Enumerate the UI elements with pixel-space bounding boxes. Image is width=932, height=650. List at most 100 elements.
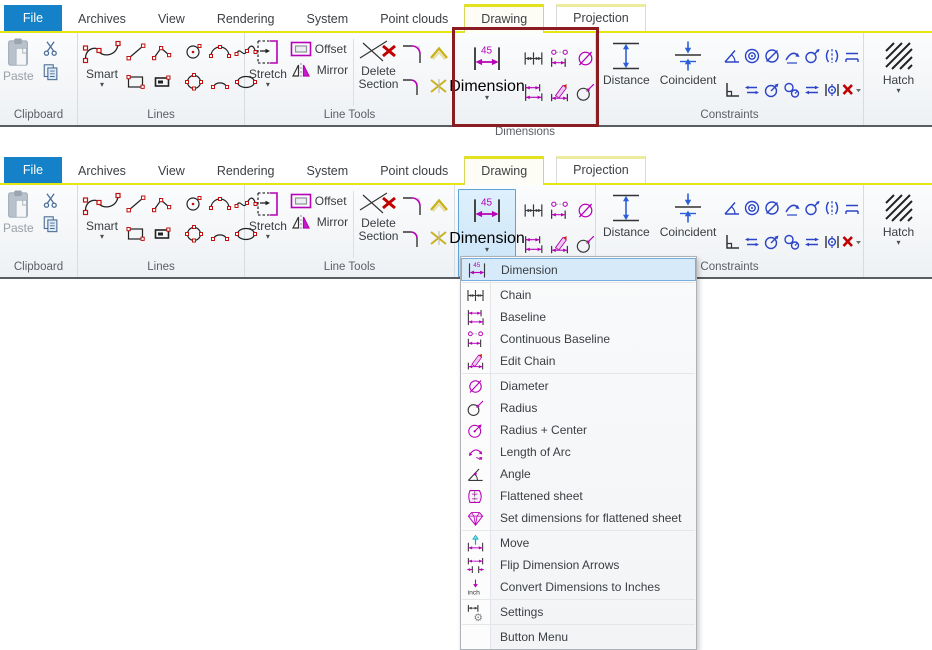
delete-constraint-button[interactable] (841, 233, 863, 251)
offset-button[interactable]: Offset (290, 193, 348, 209)
fillet-corner-2-icon[interactable] (401, 228, 425, 248)
edit-chain-icon[interactable] (549, 234, 570, 255)
tab-drawing[interactable]: Drawing (464, 4, 544, 33)
distance-button[interactable]: Distance (603, 191, 650, 239)
tangent-constraint-icon[interactable] (783, 47, 801, 65)
baseline-icon[interactable] (523, 82, 544, 103)
cut-icon[interactable] (42, 191, 60, 209)
smart-button[interactable]: Smart ▾ (81, 37, 123, 88)
fix-constraint-icon[interactable] (823, 233, 841, 251)
radius-constraint-icon[interactable] (763, 81, 781, 99)
paste-button[interactable]: Paste (3, 189, 34, 235)
delete-constraint-button[interactable] (841, 81, 863, 99)
angle-constraint-icon[interactable] (723, 199, 741, 217)
equal-constraint-icon[interactable] (743, 233, 761, 251)
polyline-tool-icon[interactable] (151, 194, 173, 214)
copy-icon[interactable] (42, 215, 60, 233)
parallel-constraint-icon[interactable] (843, 47, 861, 65)
circle-points-tool-icon[interactable] (183, 224, 205, 244)
tab-projection[interactable]: Projection (556, 156, 646, 183)
rotated-rectangle-tool-icon[interactable] (151, 225, 173, 243)
chain-icon[interactable] (523, 200, 544, 221)
continuous-baseline-icon[interactable] (549, 48, 570, 69)
chamfer-chevron-icon[interactable] (427, 196, 451, 214)
arc-tool-icon[interactable] (208, 42, 232, 62)
menu-item-diameter[interactable]: Diameter (461, 375, 696, 397)
menu-item-move[interactable]: Move (461, 532, 696, 554)
angle-constraint-icon[interactable] (723, 47, 741, 65)
radius-icon[interactable] (575, 234, 596, 255)
horizontal-constraint-icon[interactable] (803, 233, 821, 251)
stretch-button[interactable]: Stretch ▾ (248, 189, 288, 240)
fix-constraint-icon[interactable] (823, 81, 841, 99)
hatch-button[interactable]: Hatch ▾ (882, 191, 916, 246)
fillet-corner-2-icon[interactable] (401, 76, 425, 96)
circle-points-tool-icon[interactable] (183, 72, 205, 92)
parallel-constraint-icon[interactable] (843, 199, 861, 217)
radius-constraint-icon[interactable] (763, 233, 781, 251)
arc-tool-icon[interactable] (208, 194, 232, 214)
concentric-constraint-icon[interactable] (743, 47, 761, 65)
delete-section-button[interactable]: Delete Section (357, 37, 400, 91)
line-tool-icon[interactable] (125, 42, 147, 62)
offset-button[interactable]: Offset (290, 41, 348, 57)
edit-chain-icon[interactable] (549, 82, 570, 103)
rotated-rectangle-tool-icon[interactable] (151, 73, 173, 91)
equal-radius-constraint-icon[interactable] (783, 233, 801, 251)
menu-item-flattened-sheet[interactable]: Flattened sheet (461, 485, 696, 507)
chamfer-cross-icon[interactable] (428, 77, 450, 95)
menu-item-angle[interactable]: Angle (461, 463, 696, 485)
circle-tool-icon[interactable] (183, 42, 205, 62)
dimension-button[interactable]: Dimension ▾ (458, 37, 516, 125)
distance-button[interactable]: Distance (603, 39, 650, 87)
menu-item-settings[interactable]: Settings (461, 601, 696, 623)
symmetric-constraint-icon[interactable] (823, 199, 841, 217)
delete-section-button[interactable]: Delete Section (357, 189, 400, 243)
stretch-button[interactable]: Stretch ▾ (248, 37, 288, 88)
concentric-constraint-icon[interactable] (743, 199, 761, 217)
tangent-circle-constraint-icon[interactable] (803, 47, 821, 65)
rectangle-tool-icon[interactable] (125, 73, 147, 91)
diameter-constraint-icon[interactable] (763, 199, 781, 217)
tab-view[interactable]: View (142, 7, 201, 31)
tab-rendering[interactable]: Rendering (201, 159, 291, 183)
menu-item-radius[interactable]: Radius (461, 397, 696, 419)
equal-radius-constraint-icon[interactable] (783, 81, 801, 99)
menu-item-convert-inches[interactable]: Convert Dimensions to Inches (461, 576, 696, 598)
mirror-button[interactable]: Mirror (290, 61, 348, 79)
continuous-baseline-icon[interactable] (549, 200, 570, 221)
tab-point-clouds[interactable]: Point clouds (364, 159, 464, 183)
horizontal-constraint-icon[interactable] (803, 81, 821, 99)
equal-constraint-icon[interactable] (743, 81, 761, 99)
perpendicular-constraint-icon[interactable] (723, 233, 741, 251)
menu-item-dimension[interactable]: Dimension (461, 258, 696, 281)
diameter-icon[interactable] (575, 200, 596, 221)
fillet-corner-icon[interactable] (401, 42, 425, 64)
cut-icon[interactable] (42, 39, 60, 57)
tab-archives[interactable]: Archives (62, 159, 142, 183)
tab-archives[interactable]: Archives (62, 7, 142, 31)
menu-item-baseline[interactable]: Baseline (461, 306, 696, 328)
diameter-constraint-icon[interactable] (763, 47, 781, 65)
tab-rendering[interactable]: Rendering (201, 7, 291, 31)
tab-view[interactable]: View (142, 159, 201, 183)
baseline-icon[interactable] (523, 234, 544, 255)
mirror-button[interactable]: Mirror (290, 213, 348, 231)
paste-button[interactable]: Paste (3, 37, 34, 83)
menu-item-length-of-arc[interactable]: Length of Arc (461, 441, 696, 463)
menu-item-set-dimensions-flattened-sheet[interactable]: Set dimensions for flattened sheet (461, 507, 696, 529)
tab-projection[interactable]: Projection (556, 4, 646, 31)
menu-item-radius-center[interactable]: Radius + Center (461, 419, 696, 441)
smart-button[interactable]: Smart ▾ (81, 189, 123, 240)
radius-icon[interactable] (575, 82, 596, 103)
menu-item-edit-chain[interactable]: Edit Chain (461, 350, 696, 372)
tangent-constraint-icon[interactable] (783, 199, 801, 217)
coincident-button[interactable]: Coincident (660, 39, 717, 87)
fillet-corner-icon[interactable] (401, 194, 425, 216)
menu-item-continuous-baseline[interactable]: Continuous Baseline (461, 328, 696, 350)
tab-drawing[interactable]: Drawing (464, 156, 544, 185)
tab-system[interactable]: System (291, 7, 365, 31)
tab-system[interactable]: System (291, 159, 365, 183)
arc-3point-tool-icon[interactable] (209, 224, 231, 244)
chamfer-chevron-icon[interactable] (427, 44, 451, 62)
